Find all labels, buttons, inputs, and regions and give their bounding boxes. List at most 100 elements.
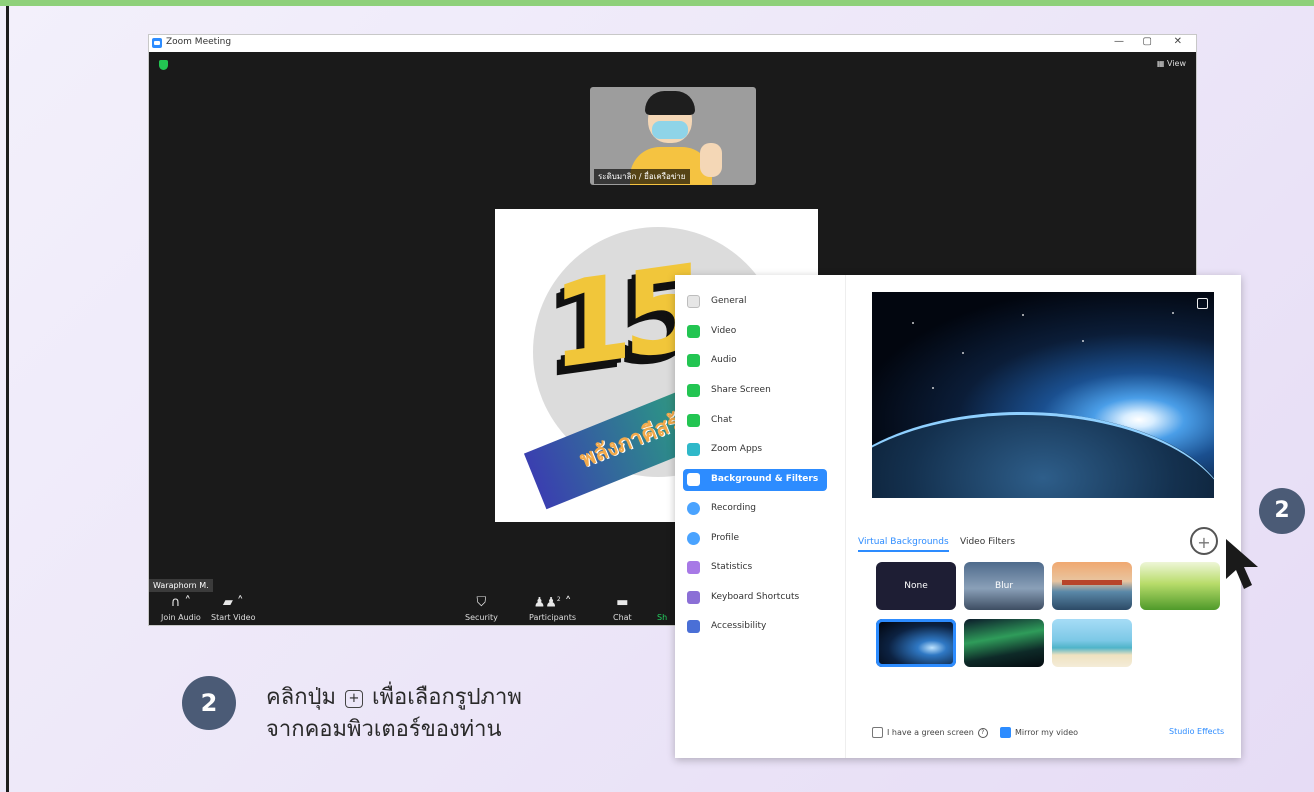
sidebar-item-label: Video [711, 326, 737, 336]
plus-icon: + [345, 690, 363, 708]
participant-hand-illustration [700, 143, 722, 177]
mirror-video-checkbox[interactable] [1000, 727, 1011, 738]
sidebar-item-general[interactable]: General [683, 291, 827, 313]
security-shield-icon[interactable] [159, 60, 168, 70]
chat-button[interactable]: ▬ Chat [613, 595, 632, 623]
view-button[interactable]: ▦ View [1157, 59, 1186, 68]
sidebar-item-label: General [711, 296, 747, 306]
background-thumb-none[interactable]: None [876, 562, 956, 610]
participant-video-tile[interactable]: ระดิบมาลิก / ยื่อเครือข่าย [590, 87, 756, 185]
step-badge-right: 2 [1259, 488, 1305, 534]
sidebar-item-chat[interactable]: Chat [683, 410, 827, 432]
sidebar-item-label: Profile [711, 533, 739, 543]
sidebar-item-video[interactable]: Video [683, 321, 827, 343]
share-label: Sh [657, 613, 668, 622]
sidebar-item-profile[interactable]: Profile [683, 528, 827, 550]
record-icon [687, 502, 700, 515]
tab-video-filters[interactable]: Video Filters [960, 537, 1015, 547]
profile-icon [687, 532, 700, 545]
help-icon[interactable]: ? [977, 727, 988, 738]
earth-horizon [872, 412, 1214, 498]
minimize-button[interactable]: — [1114, 36, 1124, 47]
caption-select-text: เพื่อเลือกรูปภาพ [372, 685, 522, 710]
share-icon [657, 596, 667, 610]
window-title: Zoom Meeting [166, 37, 232, 47]
sidebar-item-label: Audio [711, 355, 737, 365]
video-off-icon: ▰ ˄ [222, 595, 244, 610]
add-background-button[interactable]: + [1190, 527, 1218, 555]
sidebar-item-zoom-apps[interactable]: Zoom Apps [683, 439, 827, 461]
mirror-video-label: Mirror my video [1015, 728, 1079, 737]
participant-name-label: ระดิบมาลิก / ยื่อเครือข่าย [594, 169, 690, 184]
gear-icon [687, 295, 700, 308]
top-accent-bar [0, 0, 1314, 6]
headphones-icon: ∩ ˄ [170, 595, 191, 610]
sidebar-item-keyboard-shortcuts[interactable]: Keyboard Shortcuts [683, 587, 827, 609]
settings-window: General Video Audio Share Screen Chat Zo… [675, 275, 1241, 758]
sidebar-item-label: Recording [711, 503, 757, 513]
join-audio-button[interactable]: ∩ ˄ Join Audio [161, 595, 201, 623]
tab-virtual-backgrounds[interactable]: Virtual Backgrounds [858, 537, 949, 552]
close-button[interactable]: ✕ [1174, 36, 1182, 47]
studio-effects-link[interactable]: Studio Effects [1169, 727, 1224, 736]
sidebar-item-label: Accessibility [711, 621, 767, 631]
sidebar-item-recording[interactable]: Recording [683, 498, 827, 520]
green-screen-option[interactable]: I have a green screen? [872, 727, 988, 738]
background-icon [687, 473, 700, 486]
mirror-video-option[interactable]: Mirror my video [1000, 727, 1078, 738]
self-name-label: Waraphorn M. [149, 579, 213, 592]
step-badge-caption: 2 [182, 676, 236, 730]
background-preview [872, 292, 1214, 498]
background-thumb-grass[interactable] [1140, 562, 1220, 610]
sidebar-item-accessibility[interactable]: Accessibility [683, 616, 827, 638]
shield-icon: ⛉ [476, 595, 487, 610]
statistics-icon [687, 561, 700, 574]
sidebar-item-audio[interactable]: Audio [683, 350, 827, 372]
chat-label: Chat [613, 613, 632, 622]
background-thumb-blur[interactable]: Blur [964, 562, 1044, 610]
caption-line-2: จากคอมพิวเตอร์ของท่าน [266, 717, 502, 742]
background-thumb-space[interactable] [876, 619, 956, 667]
mouse-cursor-icon [1226, 539, 1258, 589]
background-thumb-bridge[interactable] [1052, 562, 1132, 610]
security-button[interactable]: ⛉ Security [465, 595, 498, 623]
caption-click-text: คลิกปุ่ม [266, 685, 336, 710]
instruction-caption: คลิกปุ่ม + เพื่อเลือกรูปภาพ จากคอมพิวเตอ… [266, 682, 522, 746]
accessibility-icon [687, 620, 700, 633]
sidebar-item-label: Background & Filters [711, 474, 819, 484]
settings-sidebar: General Video Audio Share Screen Chat Zo… [675, 275, 846, 758]
start-video-button[interactable]: ▰ ˄ Start Video [211, 595, 256, 623]
join-audio-label: Join Audio [161, 613, 201, 622]
left-border-rule [6, 6, 9, 792]
expand-preview-icon[interactable] [1197, 298, 1208, 309]
sidebar-item-share-screen[interactable]: Share Screen [683, 380, 827, 402]
background-thumb-beach[interactable] [1052, 619, 1132, 667]
sidebar-item-label: Statistics [711, 562, 753, 572]
participants-label: Participants [529, 613, 576, 622]
chat-icon [687, 414, 700, 427]
view-label: View [1167, 59, 1186, 68]
window-titlebar: Zoom Meeting — ▢ ✕ [149, 35, 1196, 52]
participant-hair-illustration [645, 91, 695, 115]
sidebar-item-background-filters[interactable]: Background & Filters [683, 469, 827, 491]
sidebar-item-label: Chat [711, 415, 733, 425]
green-screen-checkbox[interactable] [872, 727, 883, 738]
participants-icon: ♟♟2 ˄ [533, 595, 572, 610]
background-thumb-aurora[interactable] [964, 619, 1044, 667]
security-label: Security [465, 613, 498, 622]
caption-line-1: คลิกปุ่ม + เพื่อเลือกรูปภาพ [266, 682, 522, 714]
sidebar-item-label: Share Screen [711, 385, 771, 395]
sidebar-item-label: Zoom Apps [711, 444, 763, 454]
participants-count: 2 [556, 595, 561, 603]
participants-button[interactable]: ♟♟2 ˄ Participants [529, 593, 576, 622]
share-screen-button[interactable]: Sh [657, 596, 667, 622]
chat-icon: ▬ [616, 595, 629, 610]
maximize-button[interactable]: ▢ [1143, 36, 1152, 47]
video-icon [687, 325, 700, 338]
grid-icon: ▦ [1156, 59, 1168, 68]
logo-number: 15 [551, 237, 696, 397]
headphones-icon [687, 354, 700, 367]
green-screen-label: I have a green screen [887, 728, 974, 737]
sidebar-item-statistics[interactable]: Statistics [683, 557, 827, 579]
start-video-label: Start Video [211, 613, 256, 622]
